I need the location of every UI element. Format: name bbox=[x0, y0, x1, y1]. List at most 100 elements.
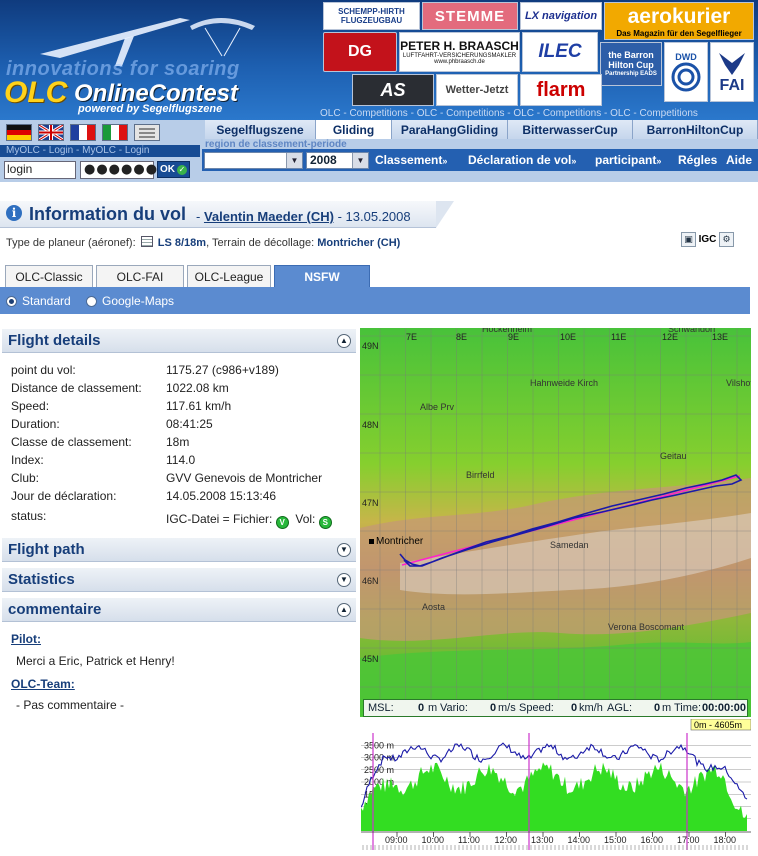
detail-key: status: bbox=[11, 509, 47, 523]
flag-uk-icon[interactable] bbox=[38, 124, 64, 141]
status-vol-badge: S bbox=[318, 516, 332, 529]
tab-gliding[interactable]: Gliding bbox=[316, 120, 392, 139]
menu-participant[interactable]: participant» bbox=[595, 153, 661, 167]
collapse-up-icon[interactable]: ▲ bbox=[337, 334, 351, 348]
menu-classement-label: Classement bbox=[375, 153, 443, 167]
baro-x-label: 16:00 bbox=[641, 835, 664, 845]
site-tabs: Segelflugszene Gliding ParaHangGliding B… bbox=[205, 120, 758, 139]
flight-details-header[interactable]: Flight details ▲ bbox=[2, 329, 356, 353]
site-header: innovations for soaring OLC OnlineContes… bbox=[0, 0, 758, 120]
baro-x-label: 13:00 bbox=[531, 835, 554, 845]
year-select[interactable]: 2008 ▼ bbox=[306, 152, 369, 169]
lat-label: 49N bbox=[362, 341, 379, 351]
sponsor-wetter-jetzt[interactable]: Wetter-Jetzt bbox=[436, 74, 518, 106]
lat-label: 46N bbox=[362, 576, 379, 586]
barron-line-2: Hilton Cup bbox=[608, 59, 654, 70]
statistics-header[interactable]: Statistics ▼ bbox=[2, 568, 356, 592]
flag-more-icon[interactable] bbox=[134, 124, 160, 141]
myolc-login-bar[interactable]: MyOLC - Login - MyOLC - Login bbox=[0, 145, 200, 157]
flag-german-icon[interactable] bbox=[6, 124, 32, 141]
olc-logo[interactable]: OLC bbox=[4, 76, 67, 110]
flag-france-icon[interactable] bbox=[70, 124, 96, 141]
pilot-link[interactable]: Valentin Maeder (CH) bbox=[204, 209, 334, 224]
detail-row-club: Club: GVV Genevois de Montricher bbox=[11, 471, 351, 489]
commentaire-header[interactable]: commentaire ▲ bbox=[2, 598, 356, 622]
msl-label: MSL: bbox=[368, 702, 394, 714]
sponsor-dg[interactable]: DG bbox=[323, 32, 397, 72]
view-google-maps-radio[interactable]: Google-Maps bbox=[86, 294, 174, 308]
aerokurier-subtitle: Das Magazin für den Segelflieger bbox=[616, 28, 742, 38]
agl-label: AGL: bbox=[607, 702, 633, 714]
view-standard-radio[interactable]: Standard bbox=[6, 294, 71, 308]
detail-value: 117.61 km/h bbox=[166, 399, 232, 413]
fai-label: FAI bbox=[719, 77, 745, 94]
tab-bitterwassercup[interactable]: BitterwasserCup bbox=[508, 120, 633, 139]
tab-parahanggliding[interactable]: ParaHangGliding bbox=[392, 120, 508, 139]
tab-nsfw[interactable]: NSFW bbox=[274, 265, 370, 287]
menu-declaration[interactable]: Déclaration de vol» bbox=[468, 153, 576, 167]
detail-value: IGC-Datei = Fichier: V Vol: S bbox=[166, 512, 332, 529]
detail-value: 08:41:25 bbox=[166, 417, 213, 431]
baro-x-label: 09:00 bbox=[385, 835, 408, 845]
tab-olc-fai[interactable]: OLC-FAI bbox=[96, 265, 184, 287]
comment-team-label: OLC-Team: bbox=[11, 677, 75, 691]
sponsor-stemme[interactable]: STEMME bbox=[422, 2, 518, 30]
detail-value: 14.05.2008 15:13:46 bbox=[166, 489, 277, 503]
map-status-bar: MSL: 0 m Vario: 0 m/s Speed: 0 km/h AGL:… bbox=[363, 699, 748, 717]
place-label: Hahnweide Kirch bbox=[530, 378, 598, 388]
place-label: Vilshof bbox=[726, 378, 751, 388]
tab-olc-classic[interactable]: OLC-Classic bbox=[5, 265, 93, 287]
expand-down-icon[interactable]: ▼ bbox=[337, 543, 351, 557]
speed-unit: km/h bbox=[579, 702, 603, 714]
tab-barronhiltoncup[interactable]: BarronHiltonCup bbox=[633, 120, 758, 139]
language-flags bbox=[6, 124, 160, 141]
sponsor-barron-hilton-cup[interactable]: the Barron Hilton Cup Partnership EADS bbox=[600, 42, 662, 86]
lat-label: 47N bbox=[362, 498, 379, 508]
tab-segelflugszene[interactable]: Segelflugszene bbox=[205, 120, 316, 139]
flight-path-header[interactable]: Flight path ▼ bbox=[2, 538, 356, 562]
sponsor-as[interactable]: AS bbox=[352, 74, 434, 106]
tab-olc-league[interactable]: OLC-League bbox=[187, 265, 271, 287]
wrench-icon[interactable]: ⚙ bbox=[719, 232, 734, 247]
region-select[interactable]: ▼ bbox=[204, 152, 303, 169]
save-disk-icon[interactable]: ▣ bbox=[681, 232, 696, 247]
detail-key: Distance de classement: bbox=[11, 381, 142, 395]
sponsor-dwd[interactable]: DWD bbox=[664, 42, 708, 102]
menu-aide[interactable]: Aide bbox=[726, 153, 752, 167]
login-ok-button[interactable]: OK ✓ bbox=[157, 161, 190, 178]
commentaire-title: commentaire bbox=[8, 601, 102, 618]
flight-map[interactable]: 7E 8E 9E 10E 11E 12E 13E 49N 48N 47N 46N 45N Hockenh… bbox=[360, 328, 751, 717]
password-input[interactable]: ●●●●●●●● bbox=[80, 161, 182, 179]
sponsor-schempp-hirth[interactable]: SCHEMPP-HIRTH FLUGZEUGBAU bbox=[323, 2, 420, 30]
flight-path-title: Flight path bbox=[8, 541, 85, 558]
lon-label: 8E bbox=[456, 332, 467, 342]
glider-info-icon[interactable] bbox=[140, 236, 153, 247]
menu-regles[interactable]: Régles bbox=[678, 153, 717, 167]
double-chevron-icon: » bbox=[571, 156, 577, 166]
sponsor-fai[interactable]: FAI bbox=[710, 42, 754, 102]
barogram[interactable]: 3500 m3000 m2500 m2000 m1500 m1000 m500 … bbox=[361, 719, 751, 850]
scoring-tabs: OLC-Classic OLC-FAI OLC-League NSFW bbox=[5, 265, 370, 287]
sponsor-braasch[interactable]: PETER H. BRAASCH LUFTFAHRT-VERSICHERUNGS… bbox=[399, 32, 520, 72]
flag-italy-icon[interactable] bbox=[102, 124, 128, 141]
place-label: Albe Prv bbox=[420, 402, 455, 412]
sponsor-lx-navigation[interactable]: LX navigation bbox=[520, 2, 602, 30]
igc-download-button[interactable]: IGC bbox=[699, 232, 717, 247]
flight-details-title: Flight details bbox=[8, 332, 101, 349]
sponsor-ilec[interactable]: ILEC bbox=[522, 32, 598, 72]
speed-value: 0 bbox=[571, 702, 578, 714]
speed-label: Speed: bbox=[519, 702, 554, 714]
sponsor-aerokurier[interactable]: aerokurier Das Magazin für den Segelflie… bbox=[604, 2, 754, 40]
place-label: Schwandorf bbox=[668, 328, 716, 334]
barogram-svg[interactable]: 3500 m3000 m2500 m2000 m1500 m1000 m500 … bbox=[361, 719, 751, 850]
login-input[interactable]: login bbox=[4, 161, 76, 179]
flight-map-svg[interactable]: 7E 8E 9E 10E 11E 12E 13E49N48N47N46N45NHockenh… bbox=[360, 328, 751, 717]
collapse-up-icon[interactable]: ▲ bbox=[337, 603, 351, 617]
baro-x-label: 14:00 bbox=[568, 835, 591, 845]
detail-value: 1022.08 km bbox=[166, 381, 229, 395]
detail-row-duration: Duration: 08:41:25 bbox=[11, 417, 351, 435]
menu-classement[interactable]: Classement» bbox=[375, 153, 447, 167]
expand-down-icon[interactable]: ▼ bbox=[337, 573, 351, 587]
detail-key: Classe de classement: bbox=[11, 435, 132, 449]
sponsor-flarm[interactable]: flarm bbox=[520, 74, 602, 106]
